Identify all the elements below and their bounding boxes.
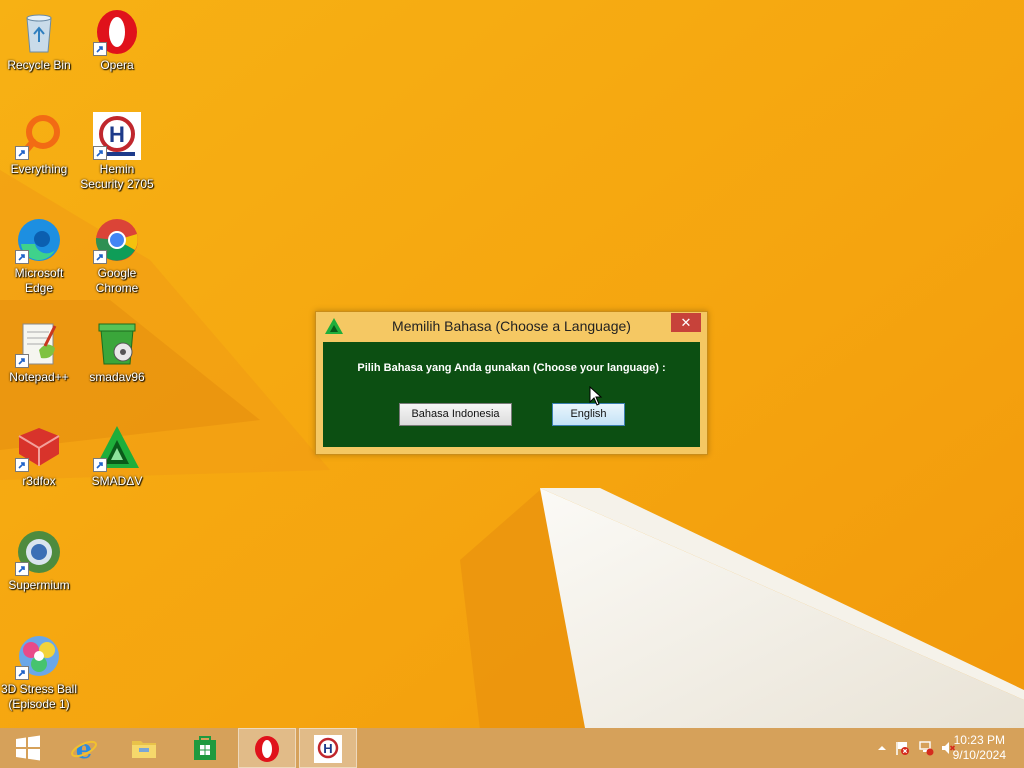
desktop-icon-label: r3dfox bbox=[22, 474, 56, 488]
desktop-icon-label: Opera bbox=[100, 58, 134, 72]
desktop-icon-opera[interactable]: Opera bbox=[78, 8, 156, 73]
internet-explorer-icon: e bbox=[71, 735, 97, 762]
desktop-icon-r3dfox[interactable]: r3dfox bbox=[0, 424, 78, 489]
system-tray: 10:23 PM 9/10/2024 bbox=[844, 728, 1024, 768]
desktop-icon-label: Notepad++ bbox=[9, 370, 69, 384]
desktop-icon-hemin-security[interactable]: H Hemin Security 2705 bbox=[78, 112, 156, 192]
smadav-installer-icon bbox=[98, 323, 136, 365]
english-button[interactable]: English bbox=[552, 403, 625, 426]
store-icon bbox=[194, 736, 216, 760]
file-explorer-icon bbox=[132, 741, 156, 758]
desktop-icon-label: 3D Stress Ball (Episode 1) bbox=[0, 682, 78, 711]
bahasa-indonesia-button[interactable]: Bahasa Indonesia bbox=[399, 403, 512, 426]
desktop-icon-notepadpp[interactable]: Notepad++ bbox=[0, 320, 78, 385]
svg-text:e: e bbox=[76, 735, 93, 762]
shortcut-arrow-icon bbox=[93, 146, 107, 160]
desktop-icon-label: Recycle Bin bbox=[7, 58, 71, 72]
desktop-icon-label: SMADΔV bbox=[91, 474, 143, 488]
start-icon bbox=[16, 735, 40, 761]
network-icon[interactable] bbox=[918, 740, 934, 756]
desktop-icon-label: Google Chrome bbox=[95, 266, 139, 295]
opera-icon bbox=[255, 736, 279, 762]
desktop-icon-smadav96[interactable]: smadav96 bbox=[78, 320, 156, 385]
hemin-security-icon: H bbox=[314, 735, 342, 763]
desktop-icon-label: Hemin Security 2705 bbox=[80, 162, 154, 191]
clock-time: 10:23 PM bbox=[953, 733, 1005, 747]
shortcut-arrow-icon bbox=[15, 146, 29, 160]
shortcut-arrow-icon bbox=[15, 562, 29, 576]
svg-text:H: H bbox=[323, 741, 332, 756]
dialog-body: Pilih Bahasa yang Anda gunakan (Choose y… bbox=[323, 342, 700, 447]
recycle-bin-icon bbox=[26, 14, 52, 53]
taskbar-store[interactable] bbox=[177, 728, 233, 768]
desktop-icon-label: smadav96 bbox=[89, 370, 145, 384]
language-prompt: Pilih Bahasa yang Anda gunakan (Choose y… bbox=[357, 362, 666, 374]
desktop-icon-smadav[interactable]: SMADΔV bbox=[78, 424, 156, 489]
desktop-icon-supermium[interactable]: Supermium bbox=[0, 528, 78, 593]
close-button[interactable]: ✕ bbox=[671, 313, 701, 332]
desktop-icon-3d-stress-ball[interactable]: 3D Stress Ball (Episode 1) bbox=[0, 632, 78, 712]
taskbar: e H 10:23 PM 9/10/2024 bbox=[0, 728, 1024, 768]
taskbar-opera[interactable] bbox=[238, 728, 296, 768]
dialog-title: Memilih Bahasa (Choose a Language) bbox=[392, 318, 631, 334]
desktop-icon-label: Supermium bbox=[8, 578, 70, 592]
shortcut-arrow-icon bbox=[93, 42, 107, 56]
dialog-titlebar[interactable]: Memilih Bahasa (Choose a Language) ✕ bbox=[316, 312, 707, 341]
start-button[interactable] bbox=[0, 728, 56, 768]
shortcut-arrow-icon bbox=[15, 458, 29, 472]
desktop-icon-label: Microsoft Edge bbox=[14, 266, 64, 295]
clock-date: 9/10/2024 bbox=[952, 748, 1006, 762]
shortcut-arrow-icon bbox=[15, 354, 29, 368]
shortcut-arrow-icon bbox=[15, 250, 29, 264]
desktop-icon-chrome[interactable]: Google Chrome bbox=[78, 216, 156, 296]
desktop-icon-everything[interactable]: Everything bbox=[0, 112, 78, 177]
taskbar-internet-explorer[interactable]: e bbox=[56, 728, 112, 768]
taskbar-clock[interactable]: 10:23 PM 9/10/2024 bbox=[953, 733, 1006, 763]
desktop-icon-recycle-bin[interactable]: Recycle Bin bbox=[0, 8, 78, 73]
show-hidden-icons-icon[interactable] bbox=[874, 740, 890, 756]
action-center-flag-icon[interactable] bbox=[894, 740, 910, 756]
mouse-cursor-icon bbox=[589, 386, 603, 406]
taskbar-hemin-security[interactable]: H bbox=[299, 728, 357, 768]
svg-text:H: H bbox=[109, 122, 125, 147]
language-dialog: Memilih Bahasa (Choose a Language) ✕ Pil… bbox=[315, 311, 708, 455]
desktop-icon-edge[interactable]: Microsoft Edge bbox=[0, 216, 78, 296]
taskbar-file-explorer[interactable] bbox=[116, 728, 172, 768]
desktop-icon-label: Everything bbox=[10, 162, 68, 176]
smadav-icon bbox=[325, 318, 343, 334]
shortcut-arrow-icon bbox=[15, 666, 29, 680]
shortcut-arrow-icon bbox=[93, 458, 107, 472]
shortcut-arrow-icon bbox=[93, 250, 107, 264]
